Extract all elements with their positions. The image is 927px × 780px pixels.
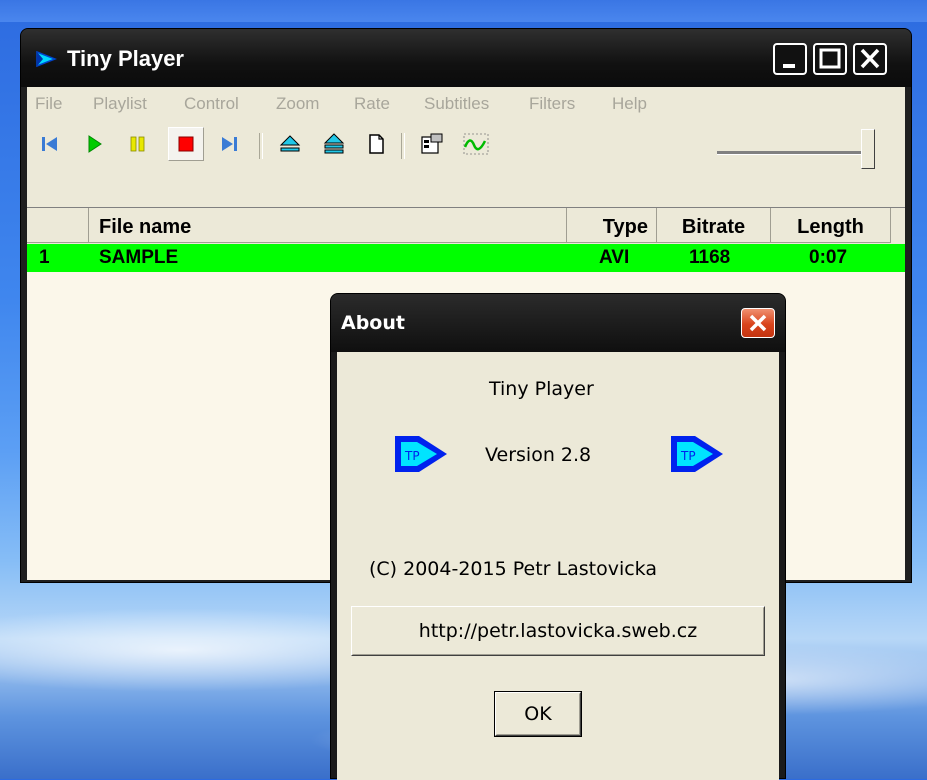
row-index: 1: [39, 247, 50, 268]
playlist-header: File name Type Bitrate Length: [27, 208, 905, 244]
maximize-icon: [819, 48, 841, 69]
volume-slider-track[interactable]: [717, 151, 875, 155]
minimize-icon: [783, 64, 795, 68]
tp-logo-icon: TP: [395, 436, 447, 472]
svg-text:TP: TP: [680, 449, 696, 463]
about-version: Version 2.8: [485, 444, 592, 466]
eject-icon[interactable]: [277, 131, 303, 157]
toolbar-separator: [401, 133, 405, 159]
stop-icon: [178, 136, 194, 152]
row-type: AVI: [599, 247, 630, 268]
row-file-name: SAMPLE: [99, 247, 179, 268]
row-bitrate: 1168: [689, 247, 731, 268]
menu-bar: File Playlist Control Zoom Rate Subtitle…: [27, 87, 905, 121]
app-icon: [36, 50, 57, 68]
button-bevel: [352, 607, 764, 655]
tp-logo-icon: TP: [671, 436, 723, 472]
minimize-button[interactable]: [773, 43, 807, 75]
website-button[interactable]: http://petr.lastovicka.sweb.cz: [351, 606, 765, 656]
about-title-bar[interactable]: About: [331, 294, 785, 352]
svg-text:TP: TP: [404, 449, 420, 463]
window-title: Tiny Player: [67, 46, 184, 71]
about-close-button[interactable]: [741, 308, 775, 338]
menu-zoom[interactable]: Zoom: [276, 94, 319, 114]
menu-filters[interactable]: Filters: [529, 94, 575, 114]
about-copyright: (C) 2004-2015 Petr Lastovicka: [369, 558, 657, 580]
waveform-icon[interactable]: [463, 131, 489, 157]
close-icon: [860, 48, 880, 69]
menu-playlist[interactable]: Playlist: [93, 94, 147, 114]
properties-icon[interactable]: [419, 131, 445, 157]
col-header-index[interactable]: [27, 208, 89, 243]
skip-forward-icon[interactable]: [217, 131, 243, 157]
title-bar[interactable]: Tiny Player: [21, 29, 911, 87]
menu-rate[interactable]: Rate: [354, 94, 390, 114]
col-header-file-name[interactable]: File name: [89, 208, 567, 243]
desktop-top-strip: [0, 0, 927, 22]
button-bevel: [496, 693, 580, 735]
play-icon[interactable]: [81, 131, 107, 157]
menu-help[interactable]: Help: [612, 94, 647, 114]
close-icon: [749, 314, 767, 332]
new-file-icon[interactable]: [363, 131, 389, 157]
volume-slider-thumb[interactable]: [861, 129, 875, 169]
about-dialog: About Tiny Player TP Version 2.8 TP (C) …: [330, 293, 786, 780]
about-app-name: Tiny Player: [489, 378, 594, 400]
about-body: Tiny Player TP Version 2.8 TP (C) 2004-2…: [337, 352, 779, 780]
stop-button[interactable]: [168, 127, 204, 161]
toolbar: [27, 121, 905, 207]
menu-control[interactable]: Control: [184, 94, 239, 114]
eject-all-icon[interactable]: [321, 131, 347, 157]
maximize-button[interactable]: [813, 43, 847, 75]
ok-button[interactable]: OK: [494, 691, 582, 737]
menu-subtitles[interactable]: Subtitles: [424, 94, 489, 114]
close-button[interactable]: [853, 43, 887, 75]
col-header-bitrate[interactable]: Bitrate: [657, 208, 771, 243]
menu-file[interactable]: File: [35, 94, 62, 114]
table-row[interactable]: 1 SAMPLE AVI 1168 0:07: [27, 244, 905, 272]
row-length: 0:07: [809, 247, 848, 268]
about-title: About: [341, 312, 405, 334]
pause-icon[interactable]: [125, 131, 151, 157]
col-header-length[interactable]: Length: [771, 208, 891, 243]
skip-back-icon[interactable]: [37, 131, 63, 157]
col-header-type[interactable]: Type: [567, 208, 657, 243]
toolbar-separator: [259, 133, 263, 159]
